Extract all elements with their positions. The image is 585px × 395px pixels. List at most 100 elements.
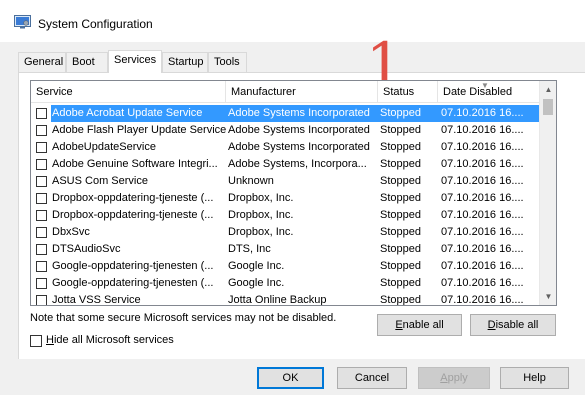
- table-row[interactable]: Jotta VSS Service Jotta Online Backup St…: [31, 292, 539, 306]
- hide-ms-mnemonic: H: [46, 334, 54, 346]
- tab-services[interactable]: Services: [108, 50, 162, 73]
- service-date-disabled: 07.10.2016 16....: [438, 105, 539, 122]
- tab-startup[interactable]: Startup: [162, 52, 208, 72]
- column-header-manufacturer[interactable]: Manufacturer: [226, 81, 378, 103]
- table-row[interactable]: DTSAudioSvc DTS, Inc Stopped 07.10.2016 …: [31, 241, 539, 258]
- service-manufacturer: Unknown: [228, 175, 274, 187]
- services-list[interactable]: Service Manufacturer Status Date Disable…: [30, 80, 557, 306]
- tab-tools[interactable]: Tools: [208, 52, 247, 72]
- service-manufacturer: Adobe Systems Incorporated: [228, 141, 370, 153]
- ok-button[interactable]: OK: [257, 367, 324, 389]
- window-title: System Configuration: [38, 17, 153, 31]
- sort-arrow-icon: ▼: [481, 81, 489, 90]
- table-row[interactable]: ASUS Com Service Unknown Stopped 07.10.2…: [31, 173, 539, 190]
- service-name: DbxSvc: [52, 226, 90, 238]
- service-checkbox[interactable]: [36, 261, 47, 272]
- service-manufacturer: Dropbox, Inc.: [228, 209, 294, 221]
- disable-all-mnemonic: D: [487, 319, 496, 331]
- table-row[interactable]: Adobe Genuine Software Integri... Adobe …: [31, 156, 539, 173]
- service-date-disabled: 07.10.2016 16....: [441, 260, 524, 272]
- tab-general[interactable]: General: [18, 52, 66, 72]
- table-row[interactable]: Dropbox-oppdatering-tjeneste (... Dropbo…: [31, 190, 539, 207]
- service-manufacturer: Adobe Systems Incorporated: [226, 105, 378, 122]
- list-header: Service Manufacturer Status Date Disable…: [31, 81, 539, 103]
- service-checkbox[interactable]: [36, 244, 47, 255]
- service-manufacturer: Adobe Systems Incorporated: [228, 124, 370, 136]
- service-manufacturer: Adobe Systems, Incorpora...: [228, 158, 367, 170]
- enable-all-label: nable all: [402, 319, 444, 331]
- service-status: Stopped: [380, 260, 421, 272]
- tab-boot[interactable]: Boot: [66, 52, 108, 72]
- service-status: Stopped: [380, 192, 421, 204]
- service-name: Jotta VSS Service: [52, 294, 141, 306]
- cancel-button[interactable]: Cancel: [337, 367, 407, 389]
- service-checkbox[interactable]: [36, 210, 47, 221]
- service-status: Stopped: [380, 294, 421, 306]
- column-header-service[interactable]: Service: [31, 81, 226, 103]
- service-date-disabled: 07.10.2016 16....: [441, 277, 524, 289]
- vertical-scrollbar[interactable]: ▲ ▼: [539, 81, 556, 305]
- disable-all-label: isable all: [495, 319, 539, 331]
- service-status: Stopped: [380, 175, 421, 187]
- service-date-disabled: 07.10.2016 16....: [441, 158, 524, 170]
- service-name: Adobe Acrobat Update Service: [51, 105, 226, 122]
- table-row[interactable]: AdobeUpdateService Adobe Systems Incorpo…: [31, 139, 539, 156]
- service-name: Dropbox-oppdatering-tjeneste (...: [52, 192, 214, 204]
- service-checkbox[interactable]: [36, 108, 47, 119]
- service-manufacturer: Dropbox, Inc.: [228, 192, 294, 204]
- service-date-disabled: 07.10.2016 16....: [441, 175, 524, 187]
- service-manufacturer: Dropbox, Inc.: [228, 226, 294, 238]
- service-date-disabled: 07.10.2016 16....: [441, 294, 524, 306]
- scroll-down-icon[interactable]: ▼: [540, 288, 556, 305]
- service-name: AdobeUpdateService: [52, 141, 156, 153]
- hide-ms-services-checkbox[interactable]: [30, 335, 42, 347]
- enable-all-button[interactable]: Enable all: [377, 314, 462, 336]
- service-name: Dropbox-oppdatering-tjeneste (...: [52, 209, 214, 221]
- apply-label: pply: [447, 372, 468, 384]
- msconfig-icon: [14, 15, 31, 29]
- scroll-thumb[interactable]: [543, 99, 553, 115]
- service-name: Adobe Genuine Software Integri...: [52, 158, 218, 170]
- service-checkbox[interactable]: [36, 125, 47, 136]
- table-row[interactable]: Adobe Flash Player Update Service Adobe …: [31, 122, 539, 139]
- service-manufacturer: Jotta Online Backup: [228, 294, 327, 306]
- scroll-up-icon[interactable]: ▲: [540, 81, 556, 98]
- service-date-disabled: 07.10.2016 16....: [441, 226, 524, 238]
- service-status: Stopped: [380, 226, 421, 238]
- apply-mnemonic: A: [440, 372, 448, 384]
- table-row[interactable]: Google-oppdatering-tjenesten (... Google…: [31, 275, 539, 292]
- service-name: DTSAudioSvc: [52, 243, 121, 255]
- service-status: Stopped: [380, 209, 421, 221]
- table-row[interactable]: Adobe Acrobat Update Service Adobe Syste…: [31, 105, 539, 122]
- service-checkbox[interactable]: [36, 295, 47, 305]
- service-name: Google-oppdatering-tjenesten (...: [52, 277, 214, 289]
- table-row[interactable]: Dropbox-oppdatering-tjeneste (... Dropbo…: [31, 207, 539, 224]
- service-status: Stopped: [380, 243, 421, 255]
- service-checkbox[interactable]: [36, 227, 47, 238]
- service-status: Stopped: [380, 124, 421, 136]
- service-checkbox[interactable]: [36, 193, 47, 204]
- table-row[interactable]: DbxSvc Dropbox, Inc. Stopped 07.10.2016 …: [31, 224, 539, 241]
- enable-all-mnemonic: E: [395, 319, 403, 331]
- hide-ms-services-label[interactable]: Hide all Microsoft services: [46, 334, 174, 346]
- service-status: Stopped: [380, 141, 421, 153]
- service-checkbox[interactable]: [36, 176, 47, 187]
- service-date-disabled: 07.10.2016 16....: [441, 124, 524, 136]
- service-name: ASUS Com Service: [52, 175, 148, 187]
- apply-button[interactable]: Apply: [418, 367, 490, 389]
- service-date-disabled: 07.10.2016 16....: [441, 192, 524, 204]
- help-button[interactable]: Help: [500, 367, 569, 389]
- column-header-status[interactable]: Status: [378, 81, 438, 103]
- service-date-disabled: 07.10.2016 16....: [441, 243, 524, 255]
- service-checkbox[interactable]: [36, 159, 47, 170]
- table-row[interactable]: Google-oppdatering-tjenesten (... Google…: [31, 258, 539, 275]
- service-name: Google-oppdatering-tjenesten (...: [52, 260, 214, 272]
- hide-ms-label-text: ide all Microsoft services: [53, 334, 174, 346]
- disable-all-button[interactable]: Disable all: [470, 314, 556, 336]
- service-date-disabled: 07.10.2016 16....: [441, 141, 524, 153]
- service-date-disabled: 07.10.2016 16....: [441, 209, 524, 221]
- service-status: Stopped: [378, 105, 438, 122]
- service-checkbox[interactable]: [36, 142, 47, 153]
- service-manufacturer: Google Inc.: [228, 277, 285, 289]
- service-checkbox[interactable]: [36, 278, 47, 289]
